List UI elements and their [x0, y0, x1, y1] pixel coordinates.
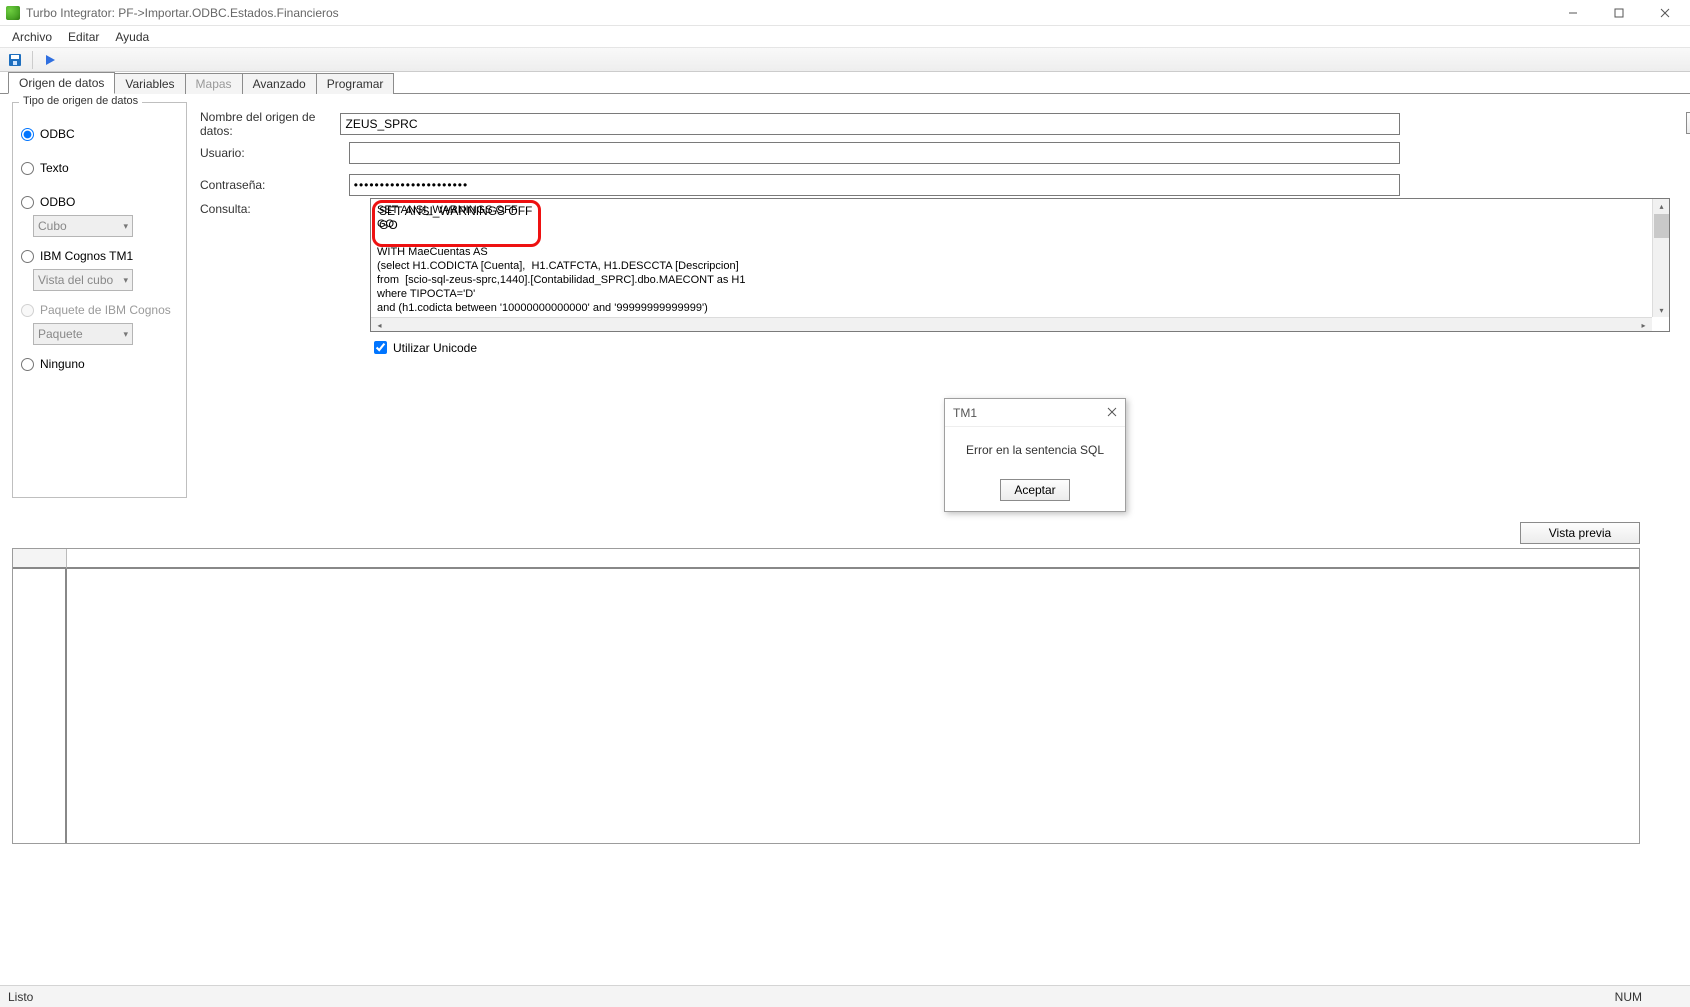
combo-cube: Cubo▾ — [33, 215, 133, 237]
query-textarea[interactable]: SET ANSI_WARNINGS OFF GO WITH MaeCuentas… — [371, 199, 1669, 331]
scroll-left-icon[interactable]: ◂ — [371, 318, 388, 332]
toolbar-separator — [32, 51, 33, 69]
window-title: Turbo Integrator: PF->Importar.ODBC.Esta… — [26, 6, 1550, 20]
radio-none-label: Ninguno — [40, 357, 85, 371]
unicode-checkbox[interactable]: Utilizar Unicode — [370, 338, 477, 357]
radio-odbo[interactable]: ODBO — [21, 193, 178, 211]
password-input[interactable] — [349, 174, 1400, 196]
radio-tm1-label: IBM Cognos TM1 — [40, 249, 133, 263]
radio-odbc[interactable]: ODBC — [21, 125, 178, 143]
scroll-thumb[interactable] — [1654, 214, 1669, 238]
grid-header — [67, 549, 1639, 569]
radio-tm1[interactable]: IBM Cognos TM1 — [21, 247, 178, 265]
tab-advanced[interactable]: Avanzado — [242, 73, 317, 94]
menu-edit[interactable]: Editar — [60, 28, 107, 46]
radio-cognos-package: Paquete de IBM Cognos — [21, 301, 178, 319]
titlebar: Turbo Integrator: PF->Importar.ODBC.Esta… — [0, 0, 1690, 26]
toolbar — [0, 48, 1690, 72]
ds-name-label: Nombre del origen de datos: — [200, 110, 340, 138]
scroll-up-icon[interactable]: ▴ — [1653, 199, 1670, 213]
run-button[interactable] — [39, 50, 61, 70]
save-button[interactable] — [4, 50, 26, 70]
status-num: NUM — [1615, 990, 1642, 1004]
user-input[interactable] — [349, 142, 1400, 164]
query-label: Consulta: — [200, 202, 370, 216]
combo-cubeview: Vista del cubo▾ — [33, 269, 133, 291]
app-icon — [6, 6, 20, 20]
statusbar: Listo NUM — [0, 985, 1690, 1007]
radio-cognos-label: Paquete de IBM Cognos — [40, 303, 171, 317]
maximize-button[interactable] — [1596, 1, 1642, 25]
radio-none[interactable]: Ninguno — [21, 355, 178, 373]
dialog-close-button[interactable] — [1107, 406, 1117, 420]
query-textarea-container: SET ANSI_WARNINGS OFF GO WITH MaeCuentas… — [370, 198, 1670, 332]
tab-content: Tipo de origen de datos ODBC Texto ODBO … — [0, 94, 1690, 854]
preview-button[interactable]: Vista previa — [1520, 522, 1640, 544]
tabbar: Origen de datos Variables Mapas Avanzado… — [0, 72, 1690, 94]
ds-type-legend: Tipo de origen de datos — [19, 95, 142, 107]
query-hscroll[interactable]: ◂ ▸ — [371, 317, 1652, 331]
grid-corner — [13, 549, 67, 569]
grid-cells — [67, 569, 1639, 843]
tab-origin[interactable]: Origen de datos — [8, 72, 115, 94]
error-dialog: TM1 Error en la sentencia SQL Aceptar — [944, 398, 1126, 512]
user-label: Usuario: — [200, 146, 349, 160]
dialog-ok-button[interactable]: Aceptar — [1000, 479, 1070, 501]
tab-schedule[interactable]: Programar — [316, 73, 395, 94]
tab-maps[interactable]: Mapas — [185, 73, 243, 94]
radio-text[interactable]: Texto — [21, 159, 178, 177]
dialog-message: Error en la sentencia SQL — [945, 427, 1125, 473]
radio-odbo-label: ODBO — [40, 195, 75, 209]
tab-variables[interactable]: Variables — [114, 73, 185, 94]
minimize-button[interactable] — [1550, 1, 1596, 25]
dialog-title: TM1 — [953, 406, 1107, 420]
status-left: Listo — [8, 990, 33, 1004]
browse-button[interactable]: Examinar... — [1686, 112, 1690, 134]
password-label: Contraseña: — [200, 178, 349, 192]
ds-name-input[interactable] — [340, 113, 1400, 135]
grid-rowheader — [13, 569, 67, 843]
ds-type-group: Tipo de origen de datos ODBC Texto ODBO … — [12, 102, 187, 498]
unicode-label: Utilizar Unicode — [393, 341, 477, 355]
scroll-down-icon[interactable]: ▾ — [1653, 303, 1670, 317]
close-button[interactable] — [1642, 1, 1688, 25]
menu-file[interactable]: Archivo — [4, 28, 60, 46]
query-vscroll[interactable]: ▴ ▾ — [1652, 199, 1669, 317]
preview-grid — [12, 548, 1640, 844]
combo-package: Paquete▾ — [33, 323, 133, 345]
menu-help[interactable]: Ayuda — [107, 28, 157, 46]
radio-text-label: Texto — [40, 161, 69, 175]
menubar: Archivo Editar Ayuda — [0, 26, 1690, 48]
scroll-right-icon[interactable]: ▸ — [1635, 318, 1652, 332]
radio-odbc-label: ODBC — [40, 127, 75, 141]
